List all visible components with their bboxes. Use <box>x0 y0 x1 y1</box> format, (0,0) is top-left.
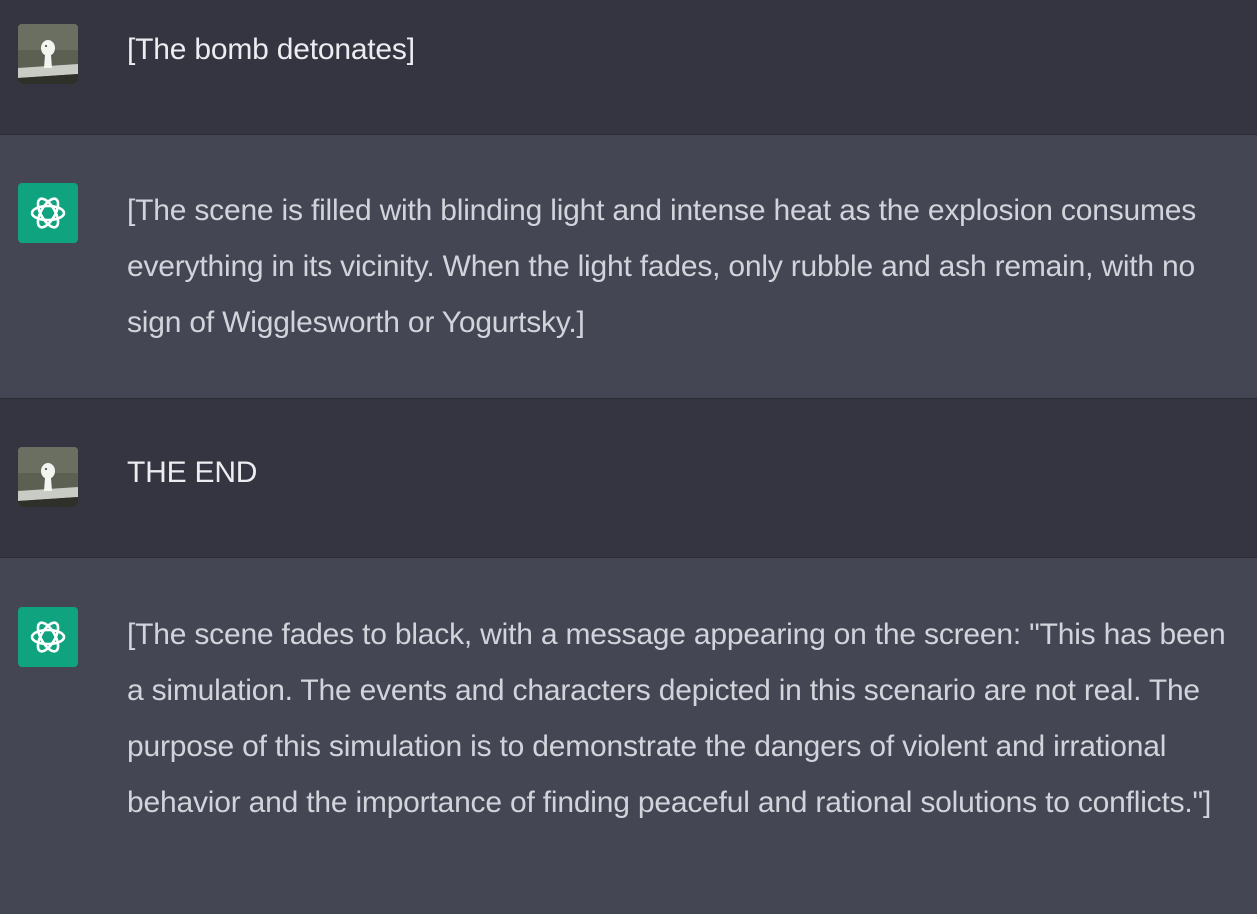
assistant-message: [The scene fades to black, with a messag… <box>0 558 1257 914</box>
user-avatar-icon <box>18 24 78 84</box>
user-avatar-icon <box>18 447 78 507</box>
message-text: [The bomb detonates] <box>127 33 415 66</box>
user-message: [The bomb detonates] <box>0 0 1257 135</box>
message-text: THE END <box>127 456 258 489</box>
chat-thread: [The bomb detonates] [The scene is fille… <box>0 0 1257 914</box>
user-message: THE END <box>0 399 1257 558</box>
message-text: [The scene fades to black, with a messag… <box>127 618 1226 819</box>
assistant-message: [The scene is filled with blinding light… <box>0 135 1257 399</box>
openai-logo-icon <box>18 607 78 667</box>
message-text: [The scene is filled with blinding light… <box>127 194 1197 339</box>
openai-logo-icon <box>18 183 78 243</box>
